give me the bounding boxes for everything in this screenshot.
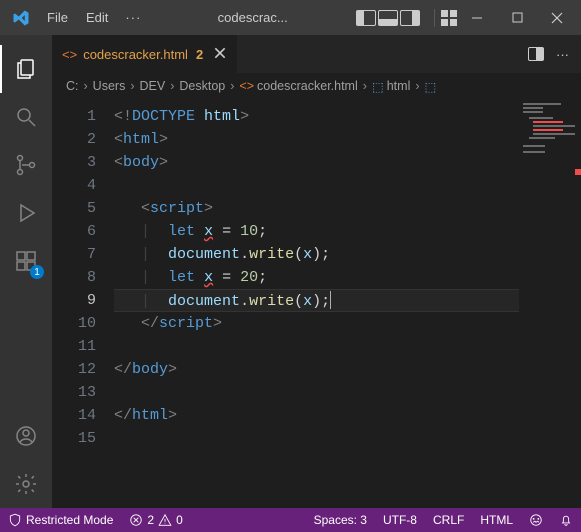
status-problems[interactable]: 2 0 — [121, 508, 190, 532]
vscode-logo-icon — [4, 9, 38, 27]
symbol-icon: ⬚ — [425, 79, 437, 94]
split-editor-icon[interactable] — [528, 47, 544, 61]
breadcrumb-file[interactable]: codescracker.html — [257, 79, 358, 93]
minimap[interactable] — [519, 99, 581, 508]
activity-source-control[interactable] — [0, 141, 52, 189]
line-number: 10 — [52, 312, 96, 335]
line-number: 3 — [52, 151, 96, 174]
chevron-right-icon: › — [84, 79, 88, 93]
code-line[interactable]: <!DOCTYPE html> — [114, 105, 581, 128]
chevron-right-icon: › — [230, 79, 234, 93]
activity-settings[interactable] — [0, 460, 52, 508]
code-line[interactable]: | document.write(x); — [114, 243, 581, 266]
status-bar: Restricted Mode 2 0 Spaces: 3 UTF-8 CRLF… — [0, 508, 581, 532]
status-language[interactable]: HTML — [472, 508, 521, 532]
code-line[interactable]: | let x = 10; — [114, 220, 581, 243]
code-line[interactable]: <html> — [114, 128, 581, 151]
window-close-button[interactable] — [537, 0, 577, 35]
code-line[interactable]: <script> — [114, 197, 581, 220]
tab-close-icon[interactable] — [213, 46, 227, 63]
breadcrumb[interactable]: C: › Users › DEV › Desktop › <> codescracker.ht… — [52, 73, 581, 99]
status-notifications-icon[interactable] — [551, 508, 581, 532]
window-minimize-button[interactable] — [457, 0, 497, 35]
line-number: 14 — [52, 404, 96, 427]
breadcrumb-segment[interactable]: Users — [93, 79, 126, 93]
line-number: 4 — [52, 174, 96, 197]
status-encoding[interactable]: UTF-8 — [375, 508, 425, 532]
editor-tabs: <> codescracker.html 2 ··· — [52, 35, 581, 73]
toggle-panel-icon[interactable] — [378, 10, 398, 26]
line-number: 2 — [52, 128, 96, 151]
status-indent[interactable]: Spaces: 3 — [306, 508, 375, 532]
activity-run-debug[interactable] — [0, 189, 52, 237]
code-editor[interactable]: 123456789101112131415 <!DOCTYPE html><ht… — [52, 99, 581, 508]
line-number: 5 — [52, 197, 96, 220]
code-line[interactable] — [114, 335, 581, 358]
code-line[interactable]: </script> — [114, 312, 581, 335]
line-number: 13 — [52, 381, 96, 404]
divider — [434, 9, 435, 27]
line-number: 6 — [52, 220, 96, 243]
chevron-right-icon: › — [130, 79, 134, 93]
window-title: codescrac... — [149, 10, 356, 25]
layout-controls — [356, 10, 420, 26]
code-line[interactable]: </html> — [114, 404, 581, 427]
chevron-right-icon: › — [415, 79, 419, 93]
line-number-gutter: 123456789101112131415 — [52, 99, 114, 508]
line-number: 15 — [52, 427, 96, 450]
code-line[interactable] — [114, 381, 581, 404]
editor-more-icon[interactable]: ··· — [556, 47, 569, 62]
breadcrumb-symbol[interactable]: html — [387, 79, 411, 93]
chevron-right-icon: › — [170, 79, 174, 93]
status-feedback-icon[interactable] — [521, 508, 551, 532]
line-number: 12 — [52, 358, 96, 381]
tab-modified-count: 2 — [196, 47, 203, 62]
editor-actions: ··· — [516, 35, 581, 73]
activity-bar: 1 — [0, 35, 52, 508]
line-number: 9 — [52, 289, 96, 312]
toggle-secondary-sidebar-icon[interactable] — [400, 10, 420, 26]
code-line[interactable]: </body> — [114, 358, 581, 381]
code-line[interactable]: | let x = 20; — [114, 266, 581, 289]
line-number: 7 — [52, 243, 96, 266]
menu-edit[interactable]: Edit — [77, 10, 117, 25]
line-number: 11 — [52, 335, 96, 358]
chevron-right-icon: › — [363, 79, 367, 93]
customize-layout-icon[interactable] — [441, 10, 457, 26]
breadcrumb-segment[interactable]: Desktop — [179, 79, 225, 93]
activity-extensions[interactable]: 1 — [0, 237, 52, 285]
activity-search[interactable] — [0, 93, 52, 141]
code-line[interactable]: <body> — [114, 151, 581, 174]
status-eol[interactable]: CRLF — [425, 508, 472, 532]
menu-file[interactable]: File — [38, 10, 77, 25]
toggle-sidebar-icon[interactable] — [356, 10, 376, 26]
menu-more[interactable]: ··· — [117, 10, 149, 25]
title-bar: File Edit ··· codescrac... — [0, 0, 581, 35]
code-content[interactable]: <!DOCTYPE html><html><body> <script> | l… — [114, 99, 581, 508]
html-file-icon: <> — [239, 79, 254, 93]
breadcrumb-segment[interactable]: C: — [66, 79, 79, 93]
line-number: 8 — [52, 266, 96, 289]
breadcrumb-segment[interactable]: DEV — [140, 79, 166, 93]
tab-codescracker[interactable]: <> codescracker.html 2 — [52, 35, 238, 73]
html-file-icon: <> — [62, 47, 77, 62]
code-line[interactable]: | document.write(x); — [114, 289, 581, 312]
code-line[interactable] — [114, 427, 581, 450]
extensions-badge: 1 — [30, 265, 44, 279]
code-line[interactable] — [114, 174, 581, 197]
activity-accounts[interactable] — [0, 412, 52, 460]
tab-filename: codescracker.html — [83, 47, 188, 62]
symbol-icon: ⬚ — [372, 79, 384, 94]
activity-explorer[interactable] — [0, 45, 52, 93]
window-maximize-button[interactable] — [497, 0, 537, 35]
status-restricted-mode[interactable]: Restricted Mode — [0, 508, 121, 532]
line-number: 1 — [52, 105, 96, 128]
